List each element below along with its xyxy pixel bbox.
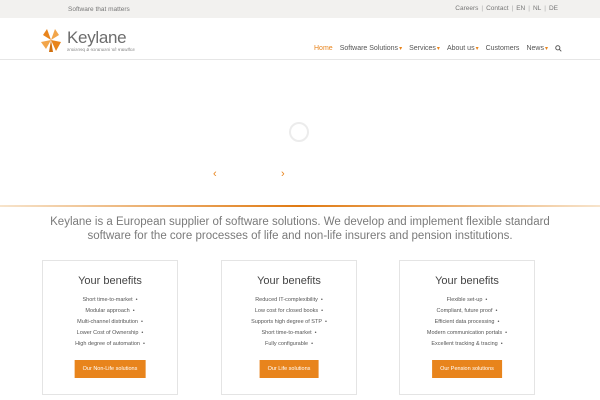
benefit-item: High degree of automation • bbox=[75, 341, 145, 347]
separator: | bbox=[511, 5, 514, 12]
nav-news-label: News bbox=[526, 45, 544, 52]
nav-customers[interactable]: Customers bbox=[486, 45, 520, 52]
benefits-list: Reduced IT-complexibility • Low cost for … bbox=[222, 295, 356, 350]
nav-services-label: Services bbox=[409, 45, 436, 52]
benefits-card-non-life: Your benefits Short time-to-market • Modu… bbox=[42, 260, 178, 395]
benefits-card-life: Your benefits Reduced IT-complexibility •… bbox=[221, 260, 357, 395]
chevron-down-icon: ▾ bbox=[544, 46, 548, 52]
lang-de-link[interactable]: DE bbox=[549, 5, 558, 12]
chevron-down-icon: ▾ bbox=[399, 46, 403, 52]
careers-link[interactable]: Careers bbox=[455, 5, 478, 12]
lang-en-link[interactable]: EN bbox=[516, 5, 525, 12]
benefit-item: Fully configurable • bbox=[264, 341, 314, 347]
top-bar: Software that matters Careers | Contact … bbox=[0, 0, 600, 18]
loading-spinner-icon bbox=[289, 122, 309, 142]
non-life-solutions-button[interactable]: Our Non-Life solutions bbox=[74, 360, 146, 378]
intro-text: Keylane is a European supplier of softwa… bbox=[50, 216, 550, 242]
logo-name: Keylane bbox=[67, 28, 127, 47]
benefit-item: Multi-channel distribution • bbox=[77, 319, 143, 325]
benefit-item: Reduced IT-complexibility • bbox=[255, 297, 323, 303]
nav-home-label: Home bbox=[314, 45, 333, 52]
main-nav: Home Software Solutions ▾ Services ▾ Abo… bbox=[314, 45, 562, 52]
slider-next-arrow-icon[interactable]: › bbox=[281, 168, 285, 180]
benefit-item: Compliant, future proof • bbox=[436, 308, 498, 314]
benefit-item: Flexible set-up • bbox=[446, 297, 488, 303]
nav-about-us[interactable]: About us ▾ bbox=[447, 45, 479, 52]
logo-subtitle: software for insurance & pensions bbox=[67, 47, 135, 52]
logo-mark-icon bbox=[41, 29, 61, 52]
benefit-item: Efficient data processing • bbox=[434, 319, 500, 325]
card-title: Your benefits bbox=[257, 275, 321, 287]
nav-home[interactable]: Home bbox=[314, 45, 333, 52]
lang-nl-link[interactable]: NL bbox=[533, 5, 541, 12]
orange-divider bbox=[0, 205, 600, 207]
benefits-list: Flexible set-up • Compliant, future proof… bbox=[400, 295, 534, 350]
benefit-item: Low cost for closed books • bbox=[254, 308, 324, 314]
slider-prev-arrow-icon[interactable]: ‹ bbox=[213, 168, 217, 180]
benefit-item: Modern communication portals • bbox=[426, 330, 508, 336]
separator: | bbox=[528, 5, 530, 12]
benefit-item: Short time-to-market • bbox=[82, 297, 138, 303]
nav-customers-label: Customers bbox=[485, 45, 520, 52]
benefit-item: Modular approach • bbox=[85, 308, 135, 314]
benefit-item: Excellent tracking & tracing • bbox=[431, 341, 503, 347]
nav-software-solutions-label: Software Solutions bbox=[339, 45, 399, 52]
separator: | bbox=[544, 5, 546, 12]
nav-services[interactable]: Services ▾ bbox=[409, 45, 440, 52]
keylane-logo[interactable]: Keylane software for insurance & pension… bbox=[38, 26, 148, 56]
card-title: Your benefits bbox=[78, 275, 142, 287]
benefits-card-pension: Your benefits Flexible set-up • Compliant… bbox=[399, 260, 535, 395]
benefit-item: Supports high degree of STP • bbox=[251, 319, 327, 325]
nav-about-us-label: About us bbox=[446, 45, 475, 52]
chevron-down-icon: ▾ bbox=[475, 46, 479, 52]
benefit-item: Short time-to-market • bbox=[261, 330, 317, 336]
nav-software-solutions[interactable]: Software Solutions ▾ bbox=[340, 45, 402, 52]
card-title: Your benefits bbox=[435, 275, 499, 287]
search-icon[interactable] bbox=[555, 45, 562, 52]
nav-news[interactable]: News ▾ bbox=[526, 45, 548, 52]
benefits-list: Short time-to-market • Modular approach • … bbox=[43, 295, 177, 350]
top-links: Careers | Contact | EN | NL | DE bbox=[455, 5, 558, 12]
pension-solutions-button[interactable]: Our Pension solutions bbox=[432, 360, 502, 378]
chevron-down-icon: ▾ bbox=[436, 46, 440, 52]
life-solutions-button[interactable]: Our Life solutions bbox=[259, 360, 319, 378]
separator: | bbox=[481, 5, 484, 12]
benefit-item: Lower Cost of Ownership • bbox=[76, 330, 144, 336]
contact-link[interactable]: Contact bbox=[486, 5, 508, 12]
site-header: Keylane software for insurance & pension… bbox=[0, 18, 600, 60]
tagline: Software that matters bbox=[68, 6, 130, 13]
